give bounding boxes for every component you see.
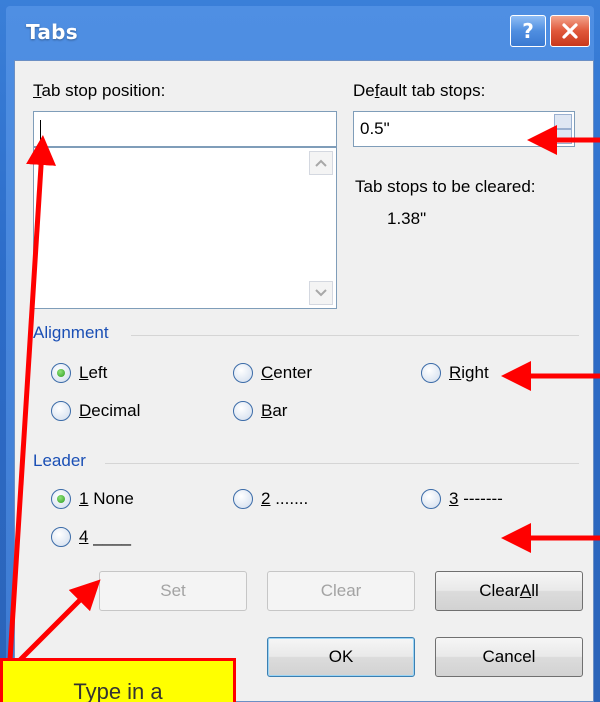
clear-all-button[interactable]: Clear All: [435, 571, 583, 611]
radio-indicator: [421, 363, 441, 383]
close-icon: [562, 23, 578, 39]
alignment-decimal-radio[interactable]: Decimal: [51, 401, 140, 421]
scroll-down-button[interactable]: [309, 281, 333, 305]
alignment-right-label: Right: [449, 363, 489, 382]
leader-4-label: 4 ____: [79, 527, 132, 546]
cancel-button[interactable]: Cancel: [435, 637, 583, 677]
alignment-bar-label: Bar: [261, 401, 288, 420]
leader-1-radio[interactable]: 1 None: [51, 489, 134, 509]
help-icon: ?: [522, 19, 534, 43]
alignment-bar-radio[interactable]: Bar: [233, 401, 287, 421]
leader-3-label: 3 -------: [449, 489, 503, 508]
leader-3-radio[interactable]: 3 -------: [421, 489, 503, 509]
default-tab-stops-spinner[interactable]: 0.5": [353, 111, 575, 147]
spin-up-button[interactable]: [554, 114, 572, 129]
set-button[interactable]: Set: [99, 571, 247, 611]
annotation-callout: Type in a: [0, 658, 236, 702]
chevron-down-icon: [315, 289, 327, 297]
help-button[interactable]: ?: [510, 15, 546, 47]
clear-button[interactable]: Clear: [267, 571, 415, 611]
alignment-decimal-label: Decimal: [79, 401, 141, 420]
text-caret: [40, 120, 41, 140]
title-bar[interactable]: Tabs ?: [0, 0, 600, 60]
radio-indicator: [51, 363, 71, 383]
leader-1-label: 1 None: [79, 489, 134, 508]
tab-stop-position-label: Tab stop position:: [33, 81, 166, 100]
dialog-body: Tab stop position: Default tab stops: 0.…: [14, 60, 594, 702]
leader-2-label: 2 .......: [261, 489, 309, 508]
leader-2-radio[interactable]: 2 .......: [233, 489, 308, 509]
alignment-section-title: Alignment: [33, 323, 109, 342]
radio-indicator: [51, 489, 71, 509]
radio-indicator: [51, 401, 71, 421]
leader-section-title: Leader: [33, 451, 86, 470]
alignment-divider: [131, 335, 579, 336]
radio-indicator: [233, 489, 253, 509]
default-tab-stops-value: 0.5": [360, 119, 390, 138]
radio-indicator: [233, 401, 253, 421]
alignment-left-label: Left: [79, 363, 108, 382]
ok-button[interactable]: OK: [267, 637, 415, 677]
radio-indicator: [51, 527, 71, 547]
chevron-up-icon: [315, 159, 327, 167]
scroll-up-button[interactable]: [309, 151, 333, 175]
tab-stops-cleared-value: 1.38": [387, 209, 427, 228]
spin-down-button[interactable]: [554, 129, 572, 144]
radio-indicator: [421, 489, 441, 509]
alignment-center-radio[interactable]: Center: [233, 363, 312, 383]
leader-divider: [105, 463, 579, 464]
alignment-left-radio[interactable]: Left: [51, 363, 107, 383]
radio-indicator: [233, 363, 253, 383]
tab-stops-cleared-label: Tab stops to be cleared:: [355, 177, 536, 196]
leader-4-radio[interactable]: 4 ____: [51, 527, 131, 547]
alignment-center-label: Center: [261, 363, 313, 382]
window-title: Tabs: [26, 20, 78, 44]
tab-stop-list[interactable]: [33, 147, 337, 309]
tab-stop-position-input[interactable]: [33, 111, 337, 147]
close-button[interactable]: [550, 15, 590, 47]
default-tab-stops-label: Default tab stops:: [353, 81, 486, 100]
alignment-right-radio[interactable]: Right: [421, 363, 489, 383]
